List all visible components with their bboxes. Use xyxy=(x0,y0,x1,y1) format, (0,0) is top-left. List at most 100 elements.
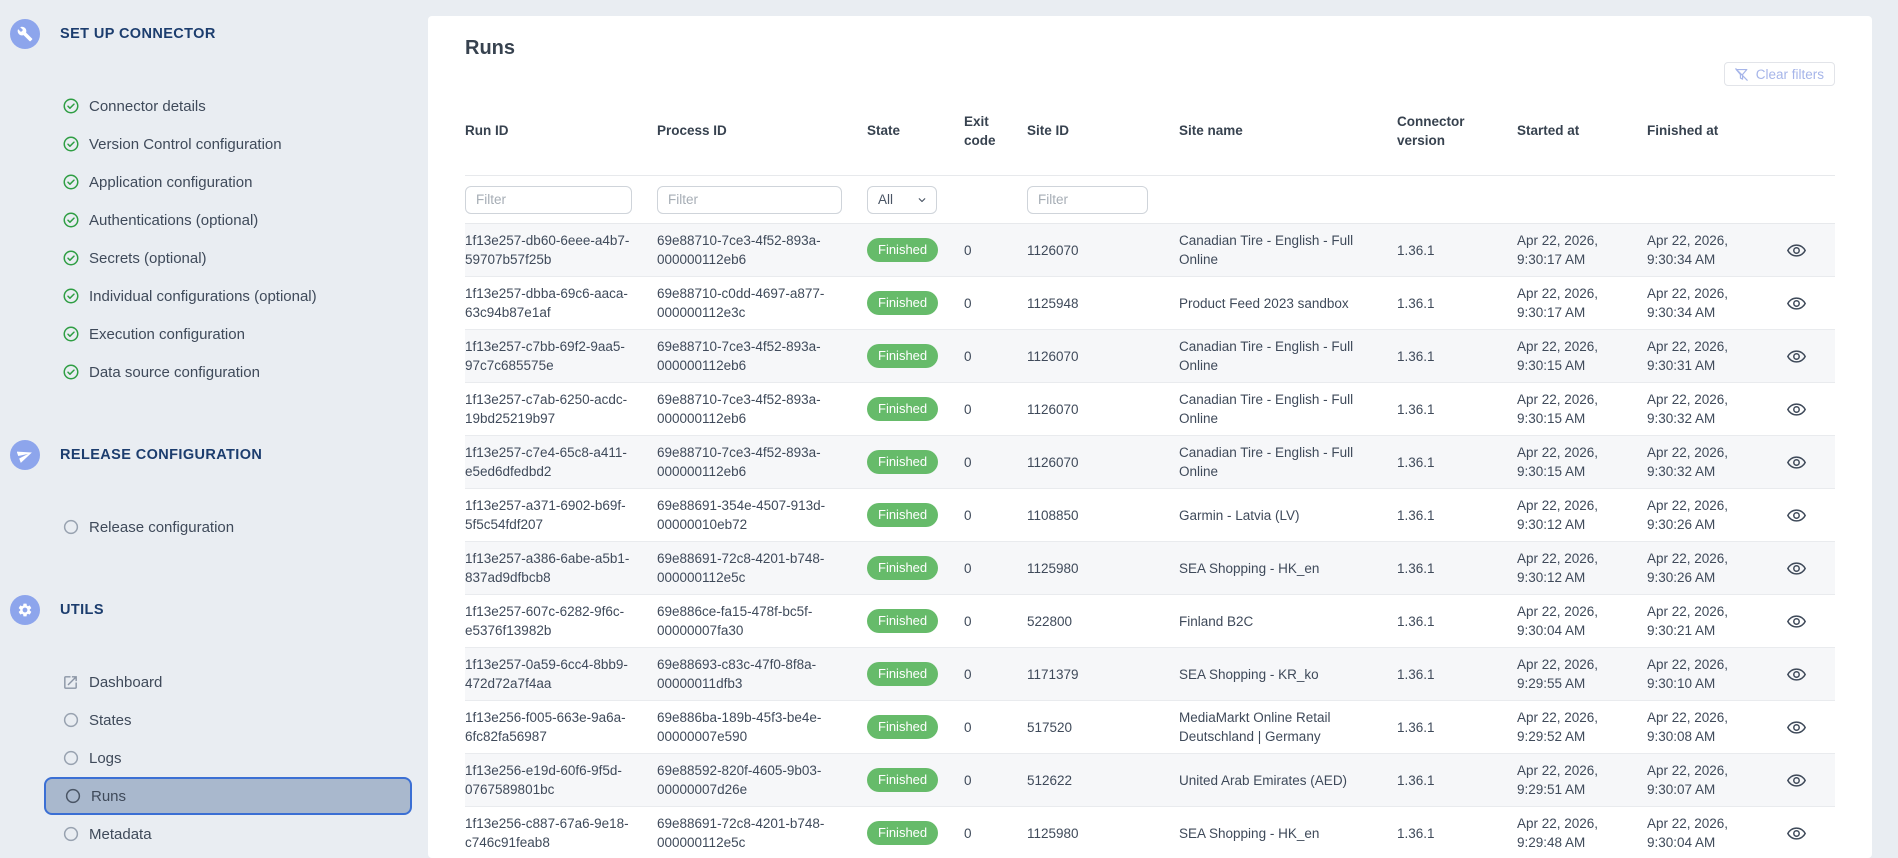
site-id-cell: 1126070 xyxy=(1027,454,1079,470)
state-cell: Finished xyxy=(867,814,964,852)
finished-at-cell: Apr 22, 2026, 9:30:26 AM xyxy=(1647,498,1729,532)
eye-icon xyxy=(1786,664,1807,685)
site-name-cell: Finland B2C xyxy=(1179,613,1254,629)
connector-version-cell: 1.36.1 xyxy=(1397,507,1435,523)
table-row: 1f13e257-c7e4-65c8-a411-e5ed6dfedbd2 69e… xyxy=(465,436,1835,489)
section-title-setup: SET UP CONNECTOR xyxy=(60,26,216,42)
finished-at-cell: Apr 22, 2026, 9:30:04 AM xyxy=(1647,816,1729,850)
column-header-started-at: Started at xyxy=(1517,123,1580,138)
table-row: 1f13e257-0a59-6cc4-8bb9-472d72a7f4aa 69e… xyxy=(465,648,1835,701)
started-at-cell: Apr 22, 2026, 9:30:04 AM xyxy=(1517,604,1599,638)
status-badge: Finished xyxy=(867,821,939,845)
table-row: 1f13e257-a386-6abe-a5b1-837ad9dfbcb8 69e… xyxy=(465,542,1835,595)
view-run-button[interactable] xyxy=(1779,445,1813,479)
process-id-cell: 69e88710-7ce3-4f52-893a-000000112eb6 xyxy=(657,445,821,479)
view-run-button[interactable] xyxy=(1779,233,1813,267)
view-run-button[interactable] xyxy=(1779,604,1813,638)
finished-at-cell: Apr 22, 2026, 9:30:21 AM xyxy=(1647,604,1729,638)
view-run-button[interactable] xyxy=(1779,286,1813,320)
sidebar-item-execution-config[interactable]: Execution configuration xyxy=(0,315,428,353)
eye-icon xyxy=(1786,399,1807,420)
process-id-cell: 69e886ba-189b-45f3-be4e-00000007e590 xyxy=(657,710,822,744)
finished-at-cell: Apr 22, 2026, 9:30:34 AM xyxy=(1647,286,1729,320)
sidebar-item-data-source-config[interactable]: Data source configuration xyxy=(0,353,428,391)
sidebar-item-metadata[interactable]: Metadata xyxy=(0,815,428,853)
started-at-cell: Apr 22, 2026, 9:30:12 AM xyxy=(1517,498,1599,532)
sidebar-item-dashboard[interactable]: Dashboard xyxy=(0,663,428,701)
started-at-cell: Apr 22, 2026, 9:29:52 AM xyxy=(1517,710,1599,744)
site-id-cell: 522800 xyxy=(1027,613,1073,629)
check-circle-icon xyxy=(62,363,80,381)
view-run-button[interactable] xyxy=(1779,392,1813,426)
actions-cell xyxy=(1777,703,1835,751)
connector-version-cell: 1.36.1 xyxy=(1397,825,1435,841)
process-id-filter-input[interactable] xyxy=(657,185,842,214)
view-run-button[interactable] xyxy=(1779,657,1813,691)
sidebar-item-individual-configs[interactable]: Individual configurations (optional) xyxy=(0,277,428,315)
view-run-button[interactable] xyxy=(1779,763,1813,797)
sidebar-item-authentications[interactable]: Authentications (optional) xyxy=(0,201,428,239)
process-id-cell: 69e88710-7ce3-4f52-893a-000000112eb6 xyxy=(657,233,821,267)
sidebar-item-states[interactable]: States xyxy=(0,701,428,739)
actions-cell xyxy=(1777,544,1835,592)
send-icon xyxy=(10,440,40,470)
finished-at-cell: Apr 22, 2026, 9:30:10 AM xyxy=(1647,657,1729,691)
site-name-cell: Canadian Tire - English - Full Online xyxy=(1179,392,1354,426)
status-badge: Finished xyxy=(867,556,939,580)
sidebar-item-application-config[interactable]: Application configuration xyxy=(0,163,428,201)
table-row: 1f13e257-c7ab-6250-acdc-19bd25219b97 69e… xyxy=(465,383,1835,436)
status-badge: Finished xyxy=(867,344,939,368)
site-name-cell: Product Feed 2023 sandbox xyxy=(1179,295,1349,311)
finished-at-cell: Apr 22, 2026, 9:30:34 AM xyxy=(1647,233,1729,267)
exit-code-cell: 0 xyxy=(964,772,972,788)
connector-version-cell: 1.36.1 xyxy=(1397,719,1435,735)
run-id-cell: 1f13e257-a386-6abe-a5b1-837ad9dfbcb8 xyxy=(465,551,630,585)
toolbar: Clear filters xyxy=(465,62,1835,86)
process-id-cell: 69e886ce-fa15-478f-bc5f-00000007fa30 xyxy=(657,604,813,638)
sidebar-item-version-control[interactable]: Version Control configuration xyxy=(0,125,428,163)
status-badge: Finished xyxy=(867,715,939,739)
run-id-cell: 1f13e257-dbba-69c6-aaca-63c94b87e1af xyxy=(465,286,628,320)
column-header-connector-version: Connector version xyxy=(1397,113,1465,148)
sidebar-item-secrets[interactable]: Secrets (optional) xyxy=(0,239,428,277)
eye-icon xyxy=(1786,505,1807,526)
clear-filters-button[interactable]: Clear filters xyxy=(1723,62,1835,86)
run-id-cell: 1f13e256-e19d-60f6-9f5d-0767589801bc xyxy=(465,763,622,797)
section-title-utils: UTILS xyxy=(60,602,104,618)
sidebar-item-logs[interactable]: Logs xyxy=(0,739,428,777)
table-row: 1f13e257-607c-6282-9f6c-e5376f13982b 69e… xyxy=(465,595,1835,648)
connector-version-cell: 1.36.1 xyxy=(1397,295,1435,311)
sidebar-item-runs[interactable]: Runs xyxy=(44,777,412,815)
started-at-cell: Apr 22, 2026, 9:30:15 AM xyxy=(1517,339,1599,373)
process-id-cell: 69e88691-72c8-4201-b748-000000112e5c xyxy=(657,551,825,585)
sidebar-item-label: Version Control configuration xyxy=(89,135,282,153)
site-name-cell: SEA Shopping - KR_ko xyxy=(1179,666,1319,682)
state-cell: Finished xyxy=(867,284,964,322)
view-run-button[interactable] xyxy=(1779,339,1813,373)
run-id-filter-input[interactable] xyxy=(465,185,632,214)
state-filter-select[interactable]: All xyxy=(867,185,937,214)
check-circle-icon xyxy=(62,325,80,343)
run-id-cell: 1f13e257-db60-6eee-a4b7-59707b57f25b xyxy=(465,233,630,267)
sidebar-item-label: Runs xyxy=(91,787,127,805)
table-row: 1f13e256-e19d-60f6-9f5d-0767589801bc 69e… xyxy=(465,754,1835,807)
site-id-cell: 1108850 xyxy=(1027,507,1079,523)
radio-circle-icon xyxy=(62,711,80,729)
view-run-button[interactable] xyxy=(1779,551,1813,585)
view-run-button[interactable] xyxy=(1779,710,1813,744)
sidebar-item-release-configuration[interactable]: Release configuration xyxy=(0,508,428,546)
state-cell: Finished xyxy=(867,231,964,269)
view-run-button[interactable] xyxy=(1779,498,1813,532)
view-run-button[interactable] xyxy=(1779,816,1813,850)
release-item-list: Release configuration xyxy=(0,508,428,546)
table-body: 1f13e257-db60-6eee-a4b7-59707b57f25b 69e… xyxy=(465,224,1835,858)
sidebar-item-connector-details[interactable]: Connector details xyxy=(0,87,428,125)
check-circle-icon xyxy=(62,97,80,115)
eye-icon xyxy=(1786,346,1807,367)
run-id-cell: 1f13e256-f005-663e-9a6a-6fc82fa56987 xyxy=(465,710,626,744)
state-cell: Finished xyxy=(867,549,964,587)
site-id-filter-input[interactable] xyxy=(1027,185,1148,214)
exit-code-cell: 0 xyxy=(964,295,972,311)
sidebar-item-label: Dashboard xyxy=(89,673,163,691)
finished-at-cell: Apr 22, 2026, 9:30:07 AM xyxy=(1647,763,1729,797)
